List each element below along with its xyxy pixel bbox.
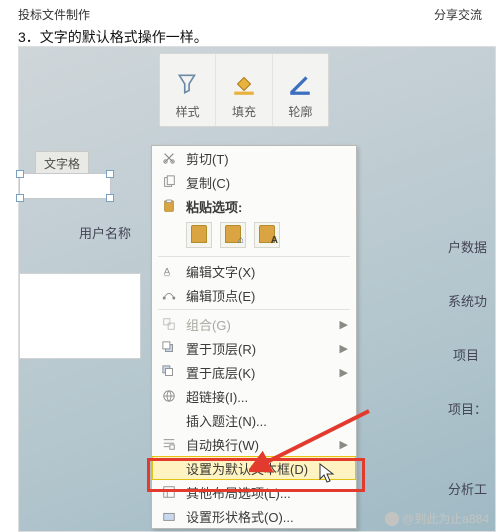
- paste-option-keep-source[interactable]: [186, 222, 212, 248]
- menu-send-back[interactable]: 置于底层(K) ▶: [152, 360, 356, 384]
- menu-bring-front-label: 置于顶层(R): [186, 339, 256, 358]
- cut-icon: [160, 149, 178, 167]
- svg-text:A̲: A̲: [164, 267, 171, 278]
- menu-send-back-label: 置于底层(K): [186, 363, 255, 382]
- menu-more-layout-label: 其他布局选项(L)...: [186, 483, 291, 502]
- cell-right-1: 系统功: [448, 291, 487, 310]
- send-back-icon: [160, 363, 178, 381]
- wrap-text-icon: [160, 435, 178, 453]
- style-icon: [175, 71, 201, 97]
- menu-copy[interactable]: 复制(C): [152, 170, 356, 194]
- watermark: @到此为止a884: [385, 510, 489, 527]
- cell-right-2: 项目: [453, 345, 479, 364]
- paste-option-text-only[interactable]: A: [254, 222, 280, 248]
- fill-icon: [231, 71, 257, 97]
- cell-user-label: 用户名称: [79, 223, 131, 242]
- doc-header-left: 投标文件制作: [18, 6, 90, 23]
- group-icon: [160, 315, 178, 333]
- hyperlink-icon: [160, 387, 178, 405]
- default-textbox-icon: [160, 459, 178, 477]
- menu-edit-text[interactable]: A̲ 编辑文字(X): [152, 259, 356, 283]
- mini-toolbar: 样式 填充 轮廓: [159, 53, 329, 127]
- menu-edit-points-label: 编辑顶点(E): [186, 286, 255, 305]
- menu-cut[interactable]: 剪切(T): [152, 146, 356, 170]
- outline-icon: [287, 71, 313, 97]
- menu-format-shape-label: 设置形状格式(O)...: [186, 507, 294, 526]
- copy-icon: [160, 173, 178, 191]
- fill-label: 填充: [232, 103, 256, 120]
- format-shape-icon: [160, 507, 178, 525]
- style-dropdown[interactable]: 样式: [160, 54, 215, 126]
- menu-wrap-text-label: 自动换行(W): [186, 435, 259, 454]
- menu-format-shape[interactable]: 设置形状格式(O)...: [152, 504, 356, 528]
- menu-edit-text-label: 编辑文字(X): [186, 262, 255, 281]
- paste-options-row: ⌂ A: [152, 218, 356, 254]
- menu-insert-caption[interactable]: 插入题注(N)...: [152, 408, 356, 432]
- menu-copy-label: 复制(C): [186, 173, 230, 192]
- fill-dropdown[interactable]: 填充: [215, 54, 271, 126]
- submenu-arrow-icon: ▶: [340, 342, 348, 355]
- doc-header-right: 分享交流: [434, 6, 482, 23]
- style-label: 样式: [176, 103, 200, 120]
- submenu-arrow-icon: ▶: [340, 366, 348, 379]
- menu-paste-label: 粘贴选项:: [186, 197, 242, 216]
- menu-set-default-textbox-label: 设置为默认文本框(D): [186, 459, 308, 478]
- menu-cut-label: 剪切(T): [186, 149, 229, 168]
- menu-more-layout[interactable]: 其他布局选项(L)...: [152, 480, 356, 504]
- paste-icon: [160, 197, 178, 215]
- menu-hyperlink-label: 超链接(I)...: [186, 387, 248, 406]
- menu-bring-front[interactable]: 置于顶层(R) ▶: [152, 336, 356, 360]
- menu-wrap-text[interactable]: 自动换行(W) ▶: [152, 432, 356, 456]
- menu-insert-caption-label: 插入题注(N)...: [186, 411, 267, 430]
- bring-front-icon: [160, 339, 178, 357]
- menu-group-label: 组合(G): [186, 315, 231, 334]
- blank-cell: [19, 273, 141, 359]
- edit-points-icon: [160, 286, 178, 304]
- paste-option-picture[interactable]: ⌂: [220, 222, 246, 248]
- screenshot-region: 样式 填充 轮廓 文字格 用户名称 户数据 系统功 项目 项目：: [18, 46, 496, 532]
- cursor-icon: [319, 463, 337, 483]
- menu-hyperlink[interactable]: 超链接(I)...: [152, 384, 356, 408]
- cell-right-0: 户数据: [448, 237, 487, 256]
- submenu-arrow-icon: ▶: [340, 318, 348, 331]
- menu-edit-points[interactable]: 编辑顶点(E): [152, 283, 356, 307]
- caption-icon: [160, 411, 178, 429]
- outline-label: 轮廓: [288, 103, 312, 120]
- cell-right-4: 分析工: [448, 479, 487, 498]
- watermark-icon: [385, 512, 399, 526]
- watermark-text: @到此为止a884: [402, 510, 489, 527]
- submenu-arrow-icon: ▶: [340, 438, 348, 451]
- edit-text-icon: A̲: [160, 262, 178, 280]
- selected-textbox[interactable]: [19, 173, 111, 199]
- outline-dropdown[interactable]: 轮廓: [272, 54, 328, 126]
- menu-group: 组合(G) ▶: [152, 312, 356, 336]
- layout-icon: [160, 483, 178, 501]
- menu-paste-header: 粘贴选项:: [152, 194, 356, 218]
- cell-right-3: 项目：: [448, 399, 487, 418]
